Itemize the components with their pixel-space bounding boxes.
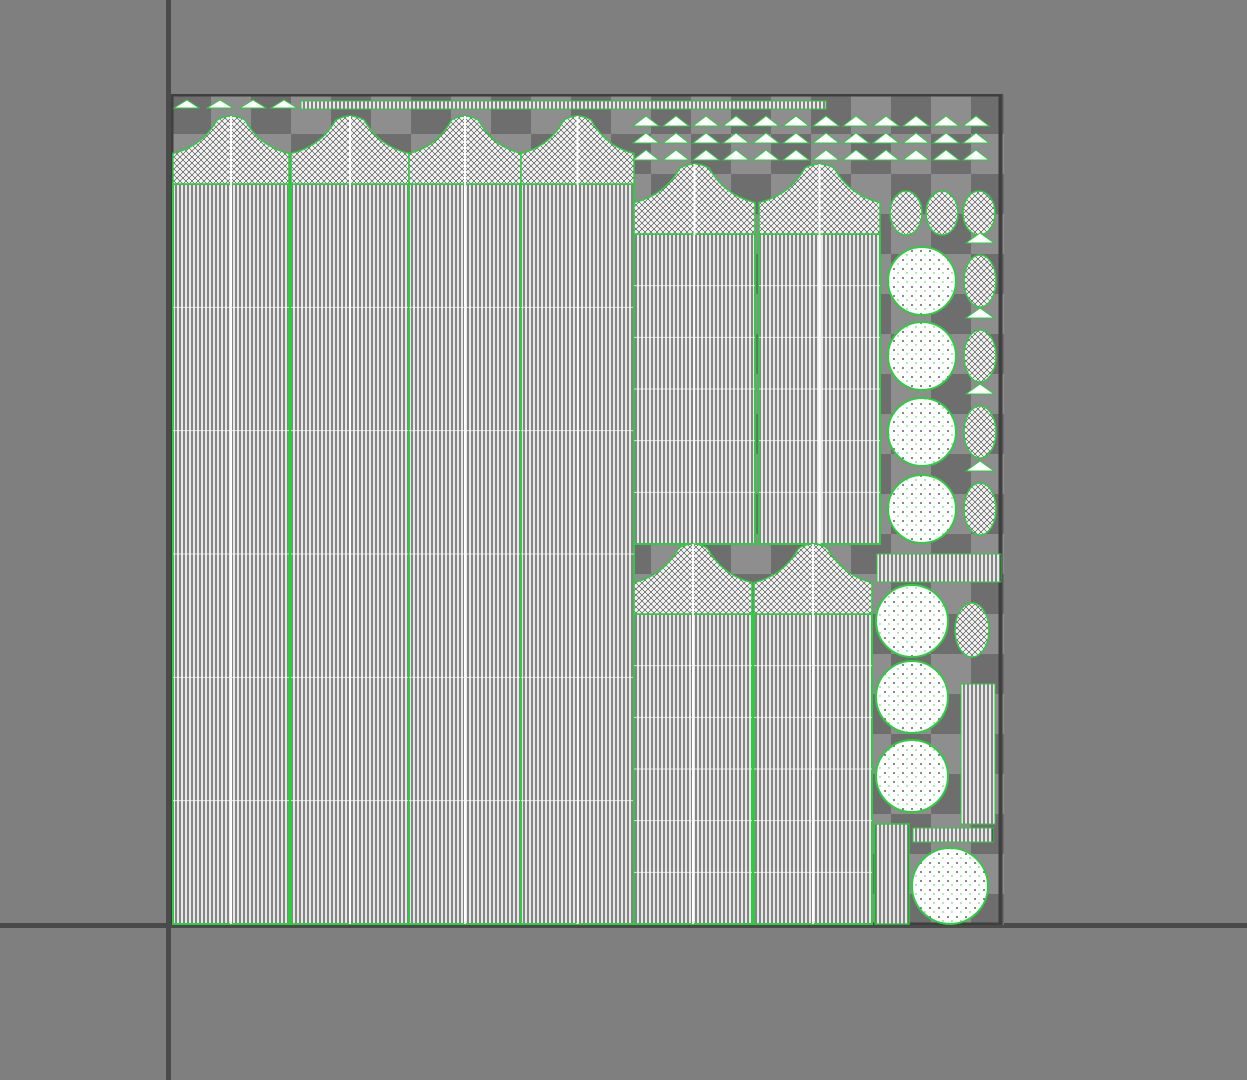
- circle-shell-4: [887, 474, 957, 544]
- uv-canvas[interactable]: [171, 94, 1004, 925]
- oval-shell: [925, 190, 959, 236]
- circle-shell-3: [887, 397, 957, 467]
- oval-shell-right-2: [963, 329, 997, 383]
- bottom-circle-shell: [911, 847, 989, 925]
- lower-circle-shell-3: [875, 739, 949, 813]
- lower-oval-shell: [954, 602, 990, 658]
- misc-shells-strip: [876, 553, 1002, 583]
- lower-circle-shell-1: [875, 584, 949, 658]
- uv-space-frame[interactable]: [171, 94, 1004, 925]
- oval-shell: [889, 190, 923, 236]
- circle-shell-1: [887, 246, 957, 316]
- oval-shell: [962, 190, 996, 236]
- narrow-strip-shell: [874, 823, 910, 925]
- oval-shell-right-3: [963, 405, 997, 459]
- oval-shell-right-1: [963, 254, 997, 308]
- oval-shell-right-4: [963, 482, 997, 536]
- lower-circle-shell-2: [875, 660, 949, 734]
- top-strip-shell: [300, 100, 827, 110]
- figure-shells-column: [960, 683, 996, 825]
- small-bar-shell: [912, 827, 994, 843]
- circle-shell-2: [887, 321, 957, 391]
